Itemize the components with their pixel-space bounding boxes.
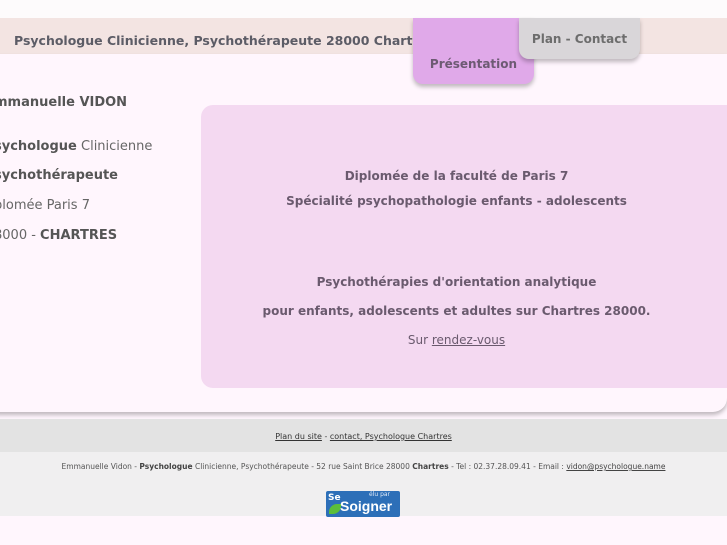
tab-presentation-label: Présentation	[429, 57, 518, 71]
sitemap-link[interactable]: Plan du site	[275, 432, 322, 441]
content-audience: pour enfants, adolescents et adultes sur…	[262, 304, 651, 318]
content-speciality: Spécialité psychopathologie enfants - ad…	[286, 194, 627, 208]
content-diploma: Diplomée de la faculté de Paris 7	[344, 169, 569, 183]
address-prefix: Emmanuelle Vidon -	[61, 462, 140, 471]
title-psychotherapeute: sychothérapeute	[0, 168, 118, 183]
city-line: 8000 - CHARTRES	[0, 228, 117, 243]
address-tel: - Tel : 02.37.28.09.41 - Email :	[448, 462, 567, 471]
tab-plan-contact-label: Plan - Contact	[531, 32, 628, 46]
tab-presentation[interactable]: Présentation	[413, 18, 534, 84]
badge-elu: élu par	[369, 491, 391, 498]
content-therapy: Psychothérapies d'orientation analytique	[316, 275, 597, 289]
appointment-prefix: Sur	[407, 333, 432, 347]
diploma-line: plomée Paris 7	[0, 198, 90, 213]
address-psychologue: Psychologue	[139, 462, 193, 471]
badge-soigner: Soigner	[340, 498, 393, 514]
contact-link[interactable]: contact, Psychologue Chartres	[330, 432, 452, 441]
appointment-link[interactable]: rendez-vous	[432, 333, 505, 347]
practitioner-name: mmanuelle VIDON	[0, 95, 128, 110]
address-city: Chartres	[412, 462, 449, 471]
badge-se: Se	[328, 493, 341, 503]
title-psychotherapeute-bold: sychothérapeute	[0, 168, 118, 183]
title-psychologue-rest: Clinicienne	[76, 139, 153, 154]
title-psychologue: sychologue Clinicienne	[0, 139, 152, 154]
content-appointment: Sur rendez-vous	[201, 333, 712, 347]
footer-links: Plan du site - contact, Psychologue Char…	[0, 432, 727, 441]
city-postcode: 8000 -	[0, 228, 36, 243]
city-name: CHARTRES	[40, 228, 118, 243]
address-mid: Clinicienne, Psychothérapeute - 52 rue S…	[192, 462, 413, 471]
top-strip	[0, 0, 727, 18]
footer-separator: -	[321, 432, 330, 441]
tab-plan-contact[interactable]: Plan - Contact	[519, 18, 640, 59]
site-title: Psychologue Clinicienne, Psychothérapeut…	[14, 33, 435, 48]
title-psychologue-bold: sychologue	[0, 139, 77, 154]
address-line: Emmanuelle Vidon - Psychologue Clinicien…	[0, 462, 727, 471]
email-link[interactable]: vidon@psychologue.name	[566, 462, 665, 471]
sesoigner-badge[interactable]: Se élu par Soigner	[326, 491, 400, 517]
